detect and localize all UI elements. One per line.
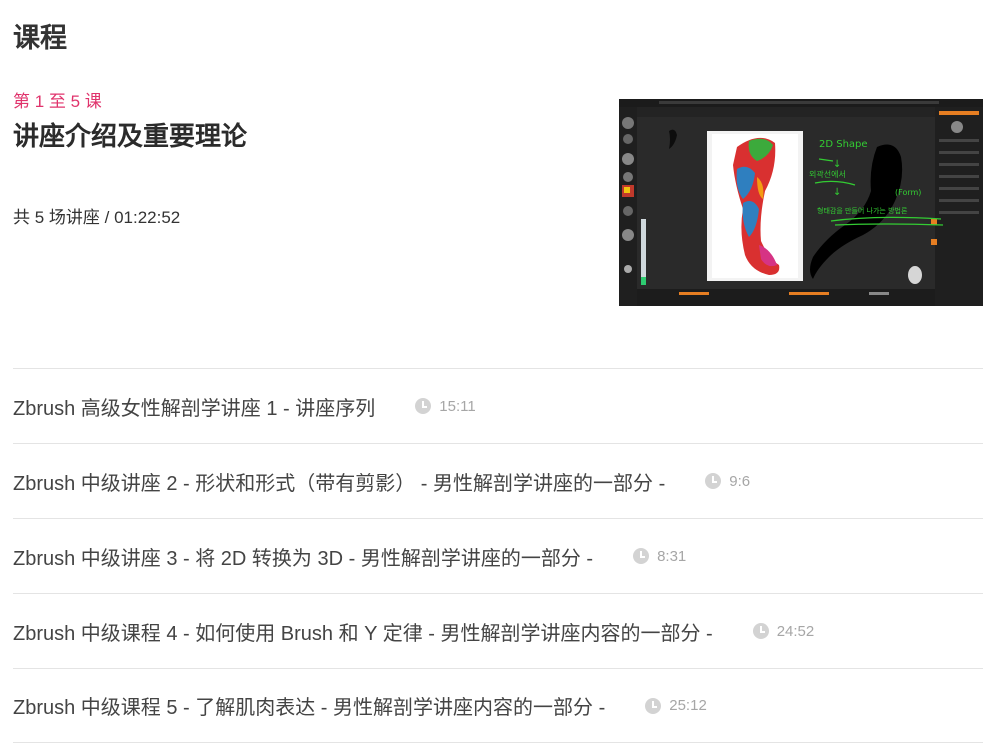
lecture-duration: 9:6 [705, 473, 750, 490]
section-thumbnail[interactable]: 2D Shape ↓ 외곽선에서 ↓ (Form) 형태감을 만들어 나가는 방… [619, 99, 983, 306]
annotation-text: (Form) [895, 188, 921, 197]
clock-icon [752, 623, 769, 639]
lecture-duration-text: 25:12 [669, 697, 707, 714]
lecture-row[interactable]: Zbrush 中级课程 5 - 了解肌肉表达 - 男性解剖学讲座内容的一部分 -… [13, 668, 983, 743]
lecture-list: Zbrush 高级女性解剖学讲座 1 - 讲座序列 15:11 Zbrush 中… [13, 368, 983, 743]
lecture-title[interactable]: Zbrush 高级女性解剖学讲座 1 - 讲座序列 [13, 392, 375, 421]
annotation-text: 형태감을 만들어 나가는 방법론 [817, 206, 908, 215]
lecture-row[interactable]: Zbrush 中级课程 4 - 如何使用 Brush 和 Y 定律 - 男性解剖… [13, 593, 983, 668]
clock-icon [705, 473, 722, 489]
lecture-duration: 25:12 [645, 697, 707, 714]
lecture-duration-text: 24:52 [776, 622, 815, 640]
lecture-row[interactable]: Zbrush 中级讲座 2 - 形状和形式（带有剪影） - 男性解剖学讲座的一部… [13, 443, 983, 518]
section-kicker: 第 1 至 5 课 [13, 92, 102, 111]
section-meta: 共 5 场讲座 / 01:22:52 [13, 208, 181, 227]
lecture-title[interactable]: Zbrush 中级讲座 2 - 形状和形式（带有剪影） - 男性解剖学讲座的一部… [13, 467, 665, 496]
annotation-text: 외곽선에서 [809, 169, 846, 179]
lecture-duration: 24:52 [752, 622, 815, 640]
lecture-title[interactable]: Zbrush 中级讲座 3 - 将 2D 转换为 3D - 男性解剖学讲座的一部… [13, 542, 593, 571]
clock-icon [633, 548, 650, 564]
clock-icon [645, 697, 662, 714]
lecture-duration-text: 15:11 [439, 397, 476, 415]
lecture-title[interactable]: Zbrush 中级课程 5 - 了解肌肉表达 - 男性解剖学讲座内容的一部分 - [13, 691, 605, 720]
lecture-row[interactable]: Zbrush 中级讲座 3 - 将 2D 转换为 3D - 男性解剖学讲座的一部… [13, 518, 983, 593]
annotation-text: 2D Shape [819, 139, 868, 150]
lecture-duration-text: 8:31 [657, 547, 687, 565]
annotation-text: ↓ [833, 187, 841, 198]
lecture-duration: 15:11 [415, 397, 476, 415]
lecture-duration: 8:31 [633, 548, 686, 565]
clock-icon [415, 398, 432, 414]
annotation-text: ↓ [833, 159, 841, 170]
section-title: 讲座介绍及重要理论 [13, 121, 248, 151]
zbrush-screenshot: 2D Shape ↓ 외곽선에서 ↓ (Form) 형태감을 만들어 나가는 방… [619, 99, 983, 306]
lecture-row[interactable]: Zbrush 高级女性解剖学讲座 1 - 讲座序列 15:11 [13, 368, 983, 443]
page-title: 课程 [13, 23, 67, 53]
lecture-duration-text: 9:6 [729, 472, 751, 490]
lecture-title[interactable]: Zbrush 中级课程 4 - 如何使用 Brush 和 Y 定律 - 男性解剖… [13, 617, 713, 646]
